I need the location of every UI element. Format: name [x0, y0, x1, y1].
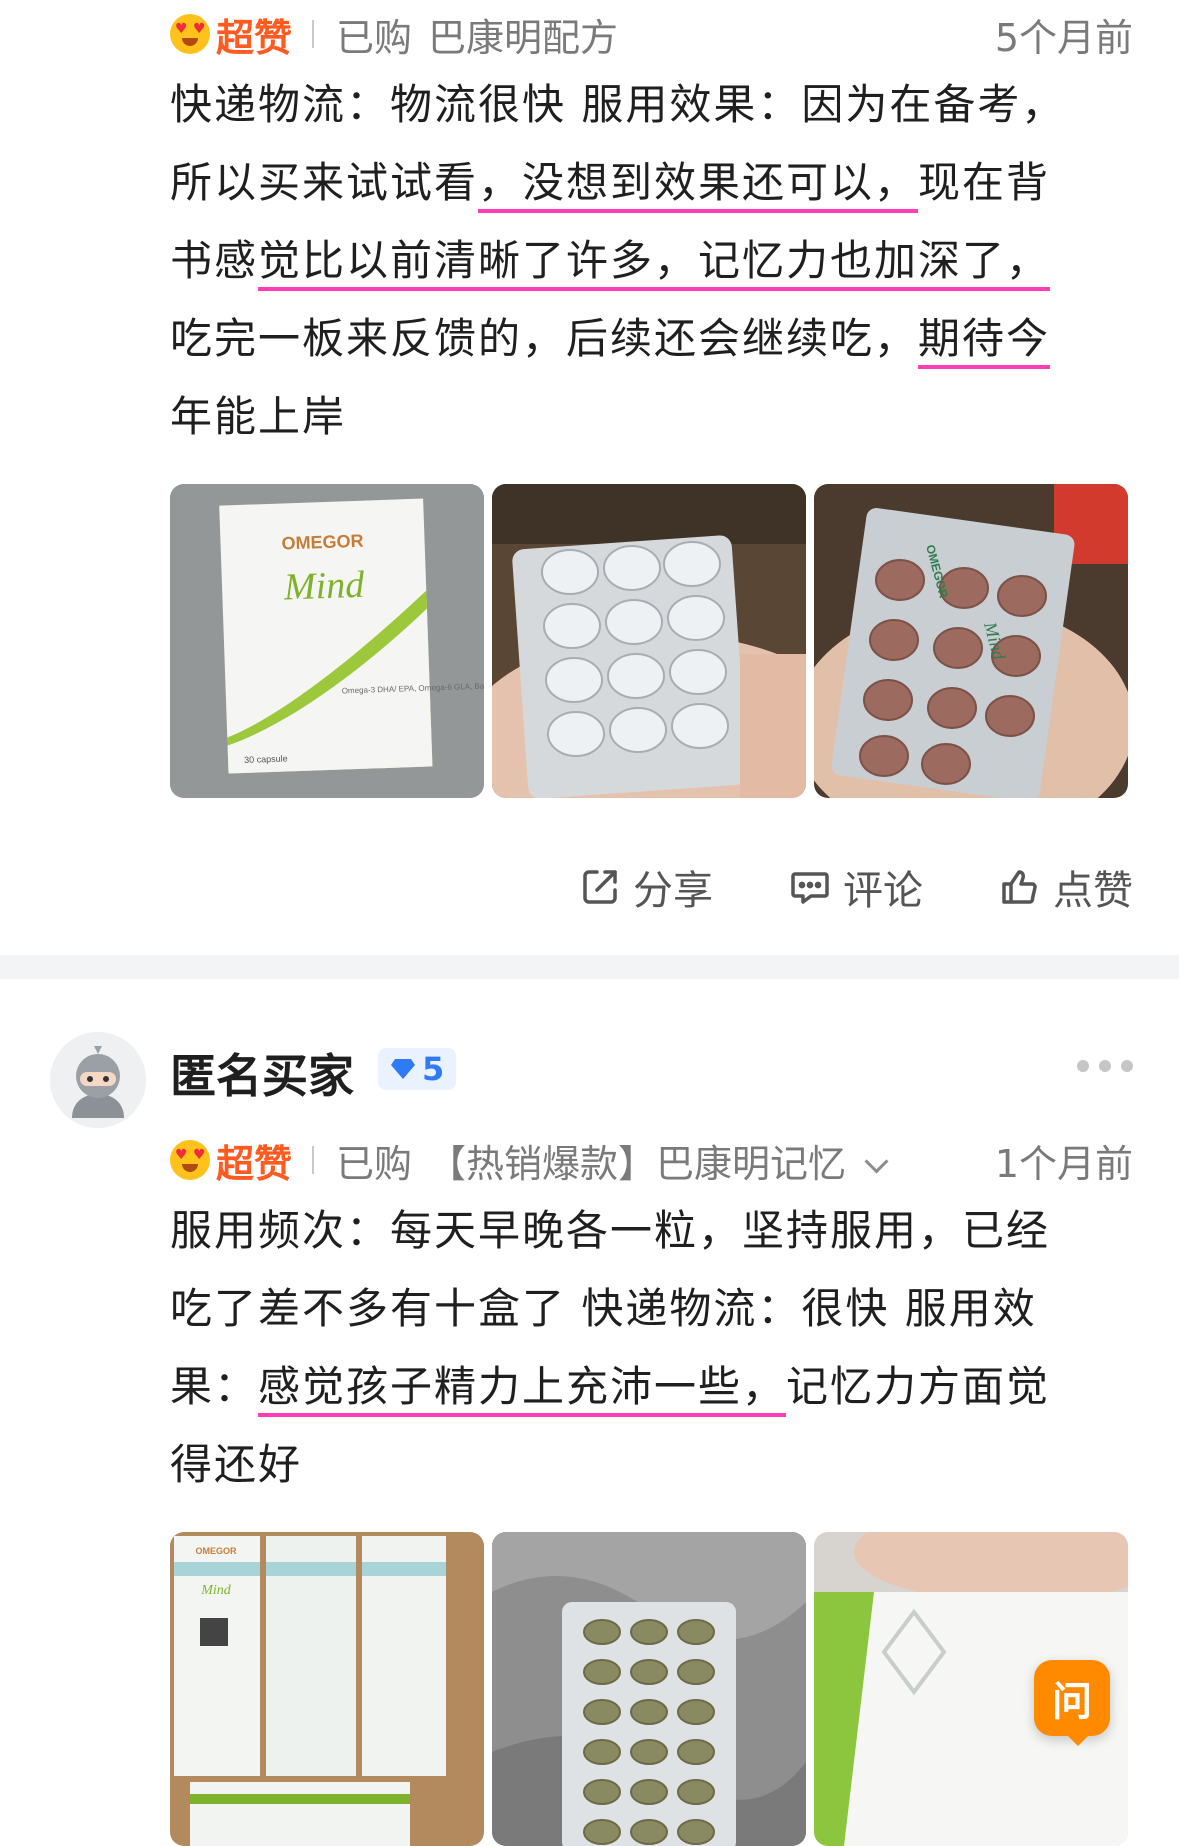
like-button[interactable]: 点赞: [999, 858, 1133, 916]
separator: [312, 1146, 315, 1174]
chevron-down-icon[interactable]: [864, 1148, 889, 1174]
review-text-line: 吃了差不多有十盒了 快递物流：很快 服用效: [170, 1284, 1037, 1333]
product-name: 【热销爆款】巴康明记忆: [428, 1141, 847, 1186]
comment-icon: [791, 872, 829, 904]
review-divider: [0, 955, 1179, 979]
box-product-text: Mind: [200, 1583, 232, 1598]
text-segment: 书感: [170, 236, 259, 285]
highlighted-text: 感觉孩子精力上充沛一些，: [258, 1362, 787, 1411]
comment-label: 评论: [843, 868, 923, 914]
heart-eyes-emoji-icon: ♥ ♥: [170, 14, 210, 54]
purchase-info[interactable]: 已购 巴康明配方: [336, 7, 618, 62]
review-text-line: 所以买来试试看，没想到效果还可以，现在背: [170, 144, 1138, 222]
share-button[interactable]: 分享: [579, 858, 713, 916]
thumbs-up-icon: [1002, 870, 1037, 904]
box-product-text: Mind: [282, 564, 366, 609]
box-brand-text: OMEGOR: [195, 1546, 237, 1556]
super-like-badge: ♥ ♥ 超赞: [170, 1133, 292, 1188]
like-label: 点赞: [1053, 868, 1133, 914]
review-text-line: 快递物流：物流很快 服用效果：因为在备考，: [170, 80, 1066, 129]
purchase-info[interactable]: 已购 【热销爆款】巴康明记忆: [336, 1133, 889, 1188]
text-segment: 现在背: [918, 158, 1051, 207]
comment-button[interactable]: 评论: [789, 858, 923, 916]
review-time: 1个月前: [994, 1141, 1133, 1186]
ask-question-button[interactable]: 问: [1034, 1660, 1110, 1746]
username[interactable]: 匿名买家: [170, 1040, 354, 1106]
purchase-label: 已购: [336, 1141, 413, 1186]
text-segment: 记忆力方面觉: [786, 1362, 1051, 1411]
review-photo-foil[interactable]: OMEGOR Mind: [814, 484, 1128, 798]
share-icon: [583, 870, 617, 904]
box-brand-text: OMEGOR: [281, 531, 364, 554]
review-text-line: 得还好: [170, 1440, 303, 1489]
review-time: 5个月前: [994, 15, 1133, 60]
review-photo-blister[interactable]: [492, 484, 806, 798]
review-text: 快递物流：物流很快 服用效果：因为在备考， 所以买来试试看，没想到效果还可以，现…: [170, 66, 1138, 456]
highlighted-text: 觉比以前清晰了许多，记忆力也加深了，: [258, 236, 1051, 285]
review-text-line: 书感觉比以前清晰了许多，记忆力也加深了，: [170, 222, 1138, 300]
review-photo-capsules[interactable]: [492, 1532, 806, 1846]
review-photos: OMEGOR Mind: [170, 1532, 1128, 1846]
product-name: 巴康明配方: [428, 15, 619, 60]
badge-label: 超赞: [216, 1141, 293, 1186]
review-text-line: 吃完一板来反馈的，后续还会继续吃，期待今: [170, 300, 1138, 378]
review-text-line: 服用频次：每天早晚各一粒，坚持服用，已经: [170, 1206, 1051, 1255]
separator: [312, 20, 315, 48]
review-photo-box[interactable]: OMEGOR Mind Omega-3 DHA/ EPA, Omega-6 GL…: [170, 484, 484, 798]
review-text-line: 年能上岸: [170, 392, 347, 441]
diamond-icon: [391, 1059, 415, 1079]
review-actions: 分享 评论 点赞: [503, 858, 1133, 916]
anonymous-avatar-icon: [50, 1032, 146, 1128]
super-like-badge: ♥ ♥ 超赞: [170, 7, 292, 62]
text-segment: 果：: [170, 1362, 259, 1411]
member-level-badge: 5: [378, 1048, 457, 1090]
avatar[interactable]: [50, 1032, 146, 1128]
highlighted-text: 期待今: [918, 314, 1051, 363]
text-segment: 所以买来试试看: [170, 158, 479, 207]
review-photos: OMEGOR Mind Omega-3 DHA/ EPA, Omega-6 GL…: [170, 484, 1128, 798]
review-text: 服用频次：每天早晚各一粒，坚持服用，已经 吃了差不多有十盒了 快递物流：很快 服…: [170, 1192, 1138, 1504]
heart-eyes-emoji-icon: ♥ ♥: [170, 1140, 210, 1180]
more-options-icon[interactable]: [1077, 1060, 1133, 1072]
purchase-label: 已购: [336, 15, 413, 60]
badge-label: 超赞: [216, 15, 293, 60]
review-photo-boxes[interactable]: OMEGOR Mind: [170, 1532, 484, 1846]
highlighted-text: ，没想到效果还可以，: [478, 158, 919, 207]
share-label: 分享: [633, 868, 713, 914]
ask-label: 问: [1052, 1679, 1092, 1725]
box-qty-text: 30 capsule: [244, 753, 288, 765]
review-text-line: 果：感觉孩子精力上充沛一些，记忆力方面觉: [170, 1348, 1138, 1426]
text-segment: 吃完一板来反馈的，后续还会继续吃，: [170, 314, 919, 363]
level-value: 5: [422, 1050, 445, 1088]
review-meta-row: ♥ ♥ 超赞 已购 【热销爆款】巴康明记忆 1个月前: [170, 1132, 1133, 1188]
review-meta-row: ♥ ♥ 超赞 已购 巴康明配方 5个月前: [170, 6, 1133, 62]
